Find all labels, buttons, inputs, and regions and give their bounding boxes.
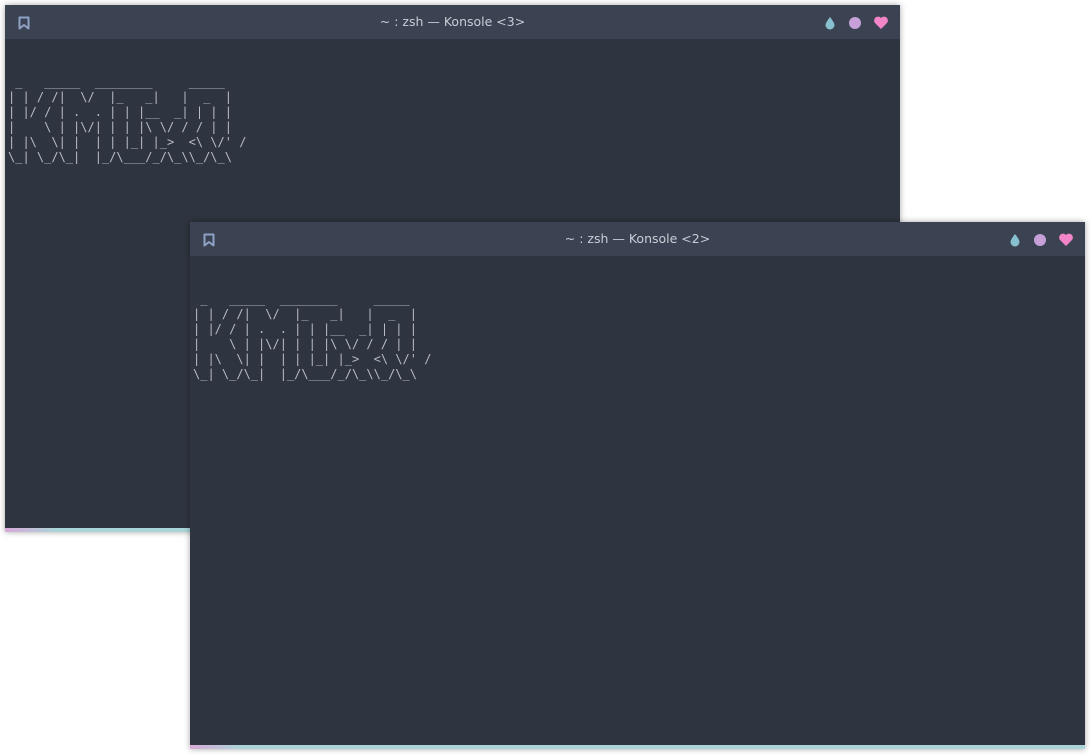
circle-icon[interactable] xyxy=(848,15,862,29)
heart-icon[interactable] xyxy=(873,15,889,30)
titlebar[interactable]: ~ : zsh — Konsole <3> xyxy=(5,5,900,39)
droplet-icon[interactable] xyxy=(1008,232,1022,247)
heart-icon[interactable] xyxy=(1058,232,1074,247)
konsole-window-2[interactable]: ~ : zsh — Konsole <2> _ _____ ________ _… xyxy=(190,222,1085,749)
droplet-icon[interactable] xyxy=(823,15,837,30)
circle-icon[interactable] xyxy=(1033,232,1047,246)
window-bottom-edge xyxy=(190,745,1085,749)
terminal-output: _ _____ ________ _____ | | / /| \/ |_ _|… xyxy=(8,75,247,164)
window-title: ~ : zsh — Konsole <3> xyxy=(379,14,526,29)
titlebar[interactable]: ~ : zsh — Konsole <2> xyxy=(190,222,1085,256)
terminal-area[interactable]: _ _____ ________ _____ | | / /| \/ |_ _|… xyxy=(190,256,1085,745)
window-title: ~ : zsh — Konsole <2> xyxy=(564,231,711,246)
terminal-output: _ _____ ________ _____ | | / /| \/ |_ _|… xyxy=(193,292,432,381)
